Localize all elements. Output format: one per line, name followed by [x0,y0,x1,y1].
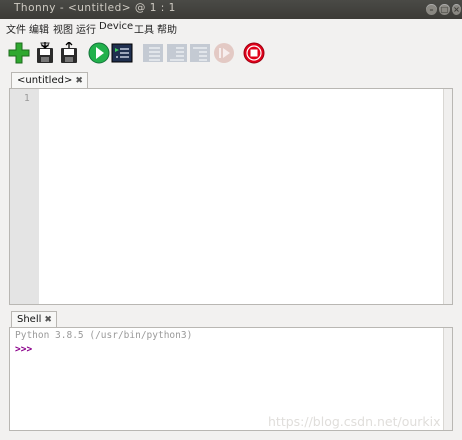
menu-file[interactable]: 文件 [6,21,26,36]
minimize-button[interactable]: – [426,4,437,15]
play-icon[interactable] [88,42,110,64]
menu-tools[interactable]: 工具 [134,21,154,36]
code-editor[interactable]: 1 [9,88,453,305]
menu-edit[interactable]: 编辑 [29,21,49,36]
editor-scrollbar[interactable] [443,89,452,304]
menu-run[interactable]: 运行 [76,21,96,36]
tab-close-icon[interactable]: ✖ [75,76,83,86]
minimize-icon: – [429,5,434,14]
menu-device[interactable]: Device [99,21,133,32]
maximize-icon: □ [440,5,449,14]
tab-label: Shell [17,314,42,325]
watermark: https://blog.csdn.net/ourkix [268,414,441,429]
shell-banner: Python 3.8.5 (/usr/bin/python3) [15,330,193,341]
stop-icon[interactable] [243,42,265,64]
shell-scrollbar[interactable] [443,328,452,430]
step-over-icon[interactable] [142,42,164,64]
tab-shell[interactable]: Shell ✖ [11,311,57,327]
step-out-icon[interactable] [189,42,211,64]
debug-icon[interactable] [111,42,133,64]
tab-label: <untitled> [17,75,73,86]
menu-view[interactable]: 视图 [53,21,73,36]
line-number-gutter: 1 [10,89,39,304]
window-title: Thonny - <untitled> @ 1 : 1 [14,2,176,14]
close-icon: × [453,5,460,14]
resume-icon[interactable] [213,42,235,64]
close-button[interactable]: × [452,4,461,15]
title-bar[interactable]: Thonny - <untitled> @ 1 : 1 – □ × [0,0,462,19]
step-into-icon[interactable] [166,42,188,64]
line-number: 1 [24,93,30,104]
menu-bar: 文件 编辑 视图 运行 Device 工具 帮助 [0,19,462,36]
toolbar [0,35,462,69]
folder-disk-icon[interactable] [34,42,56,64]
tab-untitled[interactable]: <untitled> ✖ [11,72,88,88]
menu-help[interactable]: 帮助 [157,21,177,36]
save-disk-icon[interactable] [58,42,80,64]
tab-close-icon[interactable]: ✖ [44,315,52,325]
maximize-button[interactable]: □ [439,4,450,15]
shell-prompt: >>> [15,344,33,355]
plus-icon[interactable] [8,42,30,64]
